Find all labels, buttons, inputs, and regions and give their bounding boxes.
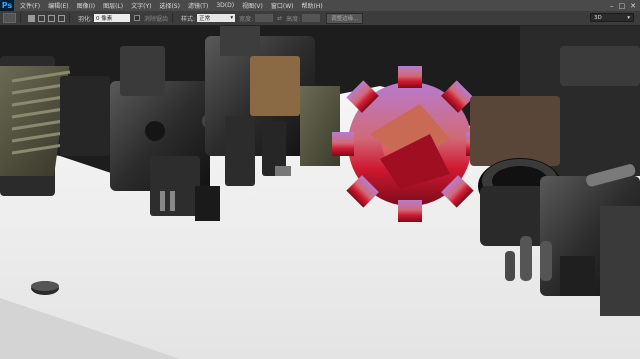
workspace-select[interactable]: 3D ▾	[590, 13, 634, 22]
width-label: 宽度:	[239, 15, 254, 23]
document-canvas[interactable]	[0, 26, 640, 359]
feather-input[interactable]: 0 像素	[94, 14, 131, 22]
menu-filter[interactable]: 滤镜(T)	[188, 1, 208, 10]
menu-window[interactable]: 窗口(W)	[271, 1, 294, 10]
divider	[20, 13, 21, 23]
width-input[interactable]	[255, 14, 274, 22]
menu-select[interactable]: 选择(S)	[159, 1, 180, 10]
height-label: 高度:	[286, 15, 301, 23]
menu-image[interactable]: 图像(I)	[77, 1, 95, 10]
photoshop-logo-icon: Ps	[0, 0, 14, 11]
floor-hole-rim	[31, 281, 59, 291]
swap-icon[interactable]: ⇄	[277, 15, 282, 22]
chevron-down-icon: ▾	[627, 14, 630, 21]
antialias-label: 消除锯齿	[144, 15, 169, 23]
workspace-value: 3D	[594, 14, 602, 21]
refine-edge-button[interactable]: 调整边缘...	[326, 12, 364, 24]
menu-bar: Ps 文件(F) 编辑(E) 图像(I) 图层(L) 文字(Y) 选择(S) 滤…	[0, 0, 640, 11]
menu-type[interactable]: 文字(Y)	[131, 1, 151, 10]
chevron-down-icon: ▾	[230, 15, 234, 21]
menu-help[interactable]: 帮助(H)	[302, 1, 323, 10]
style-value: 正常	[199, 16, 211, 22]
style-select[interactable]: 正常 ▾	[197, 14, 236, 22]
add-to-selection-icon[interactable]	[38, 14, 45, 22]
divider	[172, 13, 174, 23]
options-bar: 羽化: 0 像素 消除锯齿 样式: 正常 ▾ 宽度: ⇄ 高度: 调整边缘...…	[0, 11, 640, 26]
menu-view[interactable]: 视图(V)	[242, 1, 263, 10]
feather-label: 羽化:	[78, 15, 93, 23]
gear-logo-icon	[332, 66, 488, 222]
height-input[interactable]	[302, 14, 321, 22]
intersect-selection-icon[interactable]	[58, 14, 65, 22]
subtract-from-selection-icon[interactable]	[48, 14, 55, 22]
menu-layer[interactable]: 图层(L)	[103, 1, 123, 10]
close-icon[interactable]: ✕	[630, 2, 636, 10]
menu-file[interactable]: 文件(F)	[20, 1, 40, 10]
photoshop-window: Ps 文件(F) 编辑(E) 图像(I) 图层(L) 文字(Y) 选择(S) 滤…	[0, 0, 640, 359]
antialias-checkbox[interactable]	[134, 15, 141, 21]
menu-edit[interactable]: 编辑(E)	[48, 1, 68, 10]
new-selection-icon[interactable]	[28, 14, 35, 22]
divider	[69, 13, 70, 23]
rectangular-marquee-tool-icon[interactable]	[3, 13, 16, 23]
menu-3d[interactable]: 3D(D)	[216, 2, 234, 9]
style-label: 样式:	[181, 15, 196, 23]
restore-icon[interactable]: □	[619, 2, 626, 10]
window-controls: – □ ✕	[610, 0, 636, 11]
minimize-icon[interactable]: –	[610, 2, 614, 10]
